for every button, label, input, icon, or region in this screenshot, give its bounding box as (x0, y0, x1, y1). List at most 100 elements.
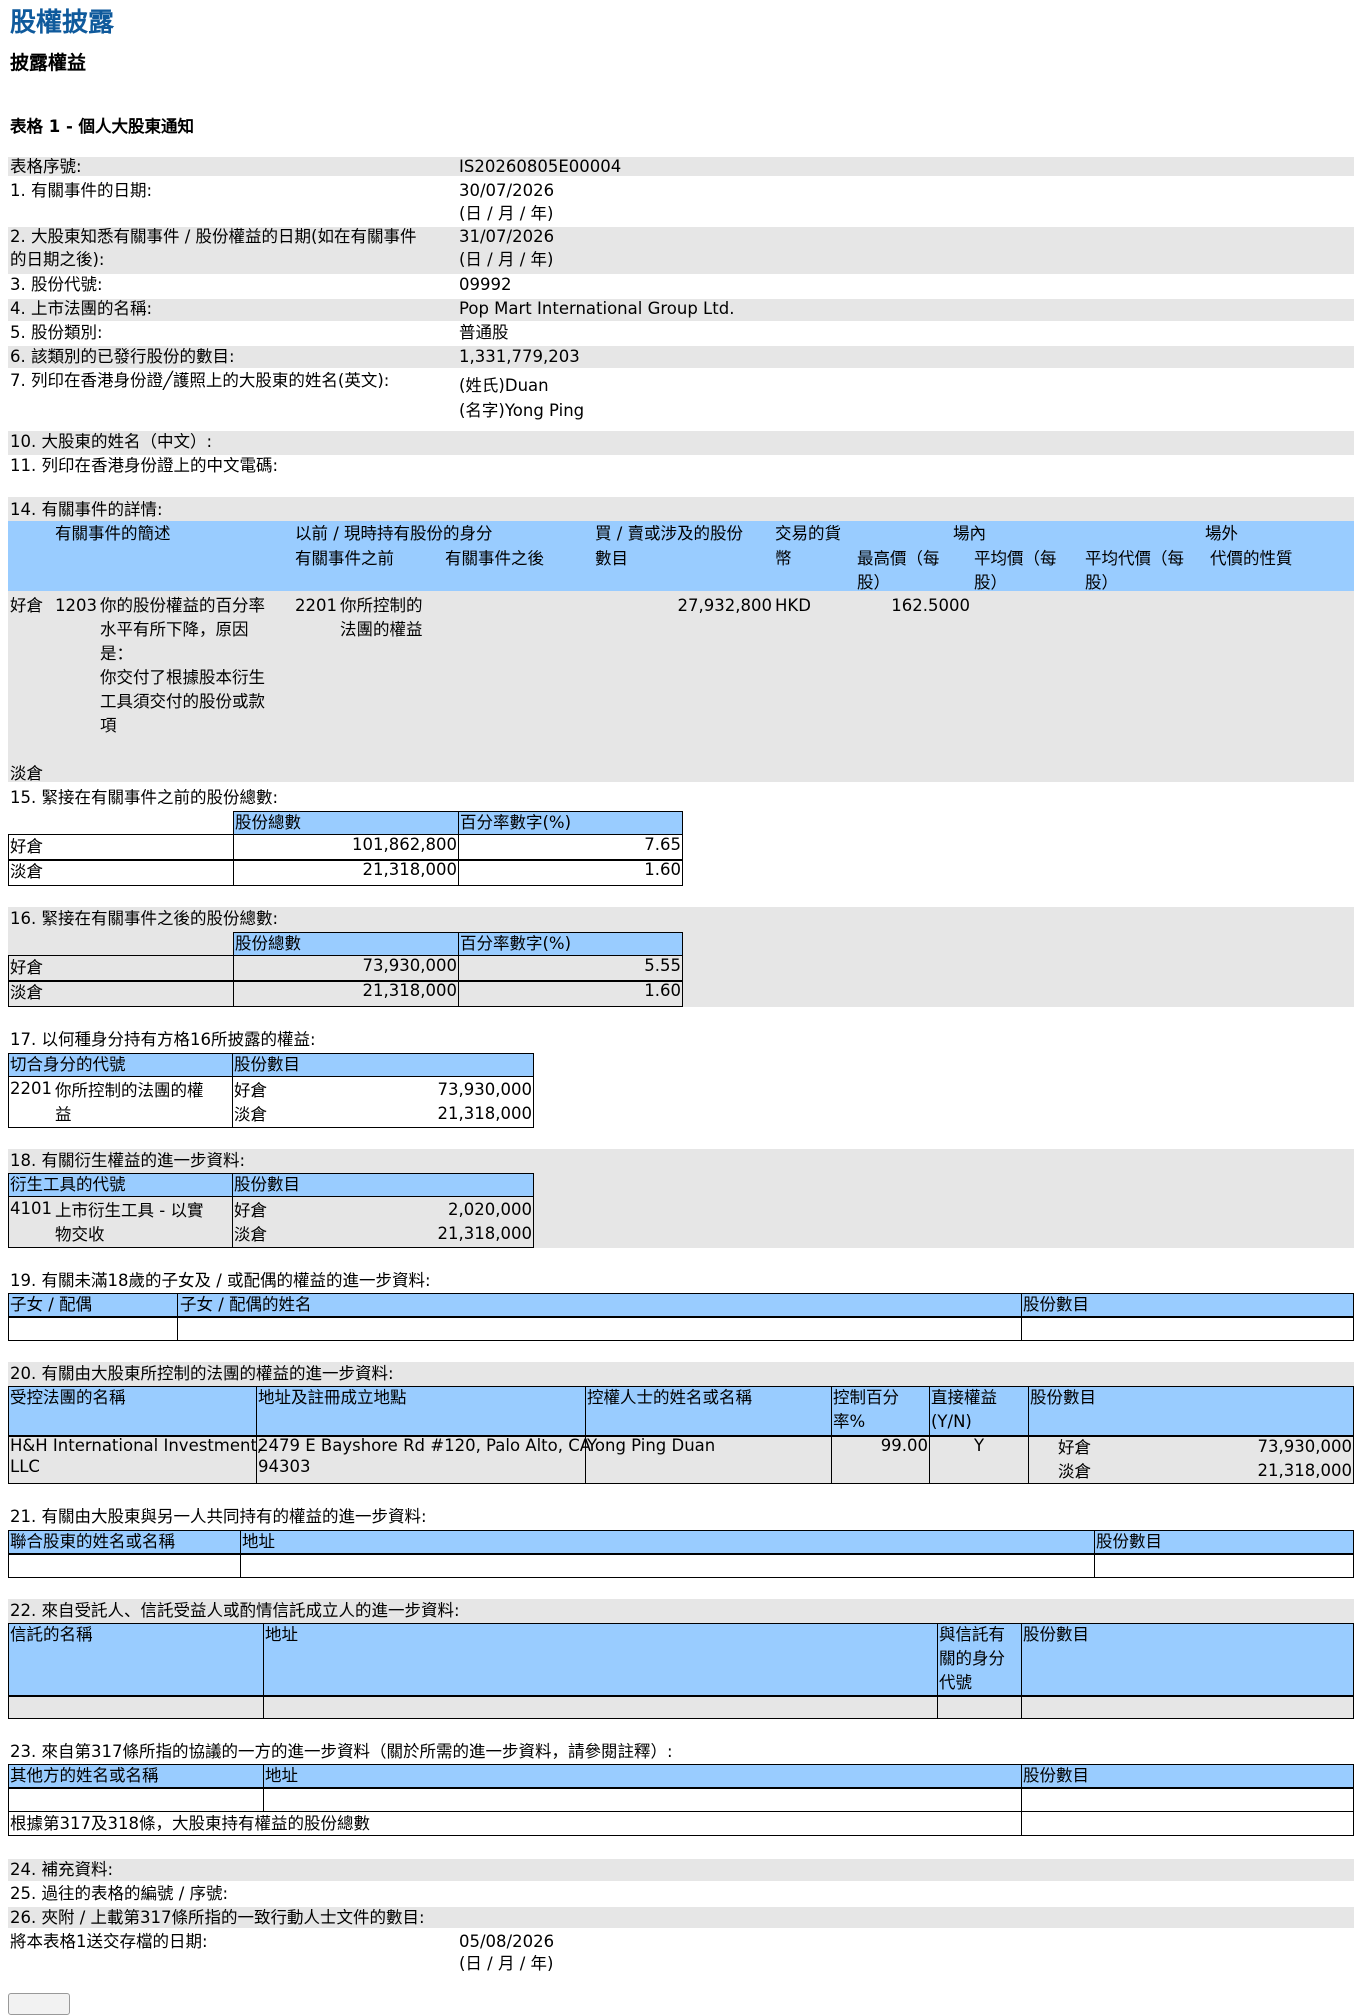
s14-desc-4: 你交付了根據股本衍生 (100, 668, 265, 687)
s23-title: 23. 來自第317條所指的協議的一方的進一步資料（關於所需的進一步資料，請參閱… (10, 1742, 673, 1761)
s16-long-pct: 5.55 (644, 956, 681, 975)
s17-title: 17. 以何種身分持有方格16所披露的權益: (10, 1030, 316, 1049)
date-format-hint: (日 / 月 / 年) (459, 250, 554, 269)
page-title: 股權披露 (10, 8, 115, 38)
company-name-label: 4. 上市法團的名稱: (10, 299, 153, 318)
holder-surname: (姓氏)Duan (459, 376, 549, 395)
s14-h-avg: 平均價（每 (974, 549, 1057, 568)
s14-h-currency-cont: 幣 (775, 549, 792, 568)
s15-h2: 百分率數字(%) (460, 813, 572, 832)
s15-divider (8, 859, 683, 861)
share-class-label: 5. 股份類別: (10, 323, 103, 342)
s14-capacity-code: 2201 (295, 596, 337, 615)
s14-h-currency: 交易的貨 (775, 524, 841, 543)
s22-h3-cont2: 代號 (939, 1673, 972, 1692)
s19-title: 19. 有關未滿18歲的子女及 / 或配偶的權益的進一步資料: (10, 1271, 431, 1290)
s14-h-nature: 代價的性質 (1210, 549, 1293, 568)
s14-h-after: 有關事件之後 (445, 549, 544, 568)
s18-desc: 上市衍生工具 - 以實 (55, 1201, 204, 1220)
s18-short: 淡倉 (234, 1225, 267, 1244)
s18-desc-cont: 物交收 (55, 1225, 105, 1244)
s14-h-shares-cont: 數目 (595, 549, 628, 568)
date-format-hint: (日 / 月 / 年) (459, 1954, 554, 1973)
s17-desc: 你所控制的法團的權 (55, 1081, 204, 1100)
s20-pct: 99.00 (880, 1436, 928, 1455)
s19-divider (8, 1316, 1354, 1318)
row-bg (8, 1859, 1354, 1881)
s17-code: 2201 (10, 1079, 52, 1098)
submit-date-value: 05/08/2026 (459, 1932, 555, 1951)
s20-h5-cont: (Y/N) (931, 1412, 972, 1431)
s15-short: 淡倉 (10, 862, 43, 881)
row-bg (8, 157, 1354, 176)
s22-title: 22. 來自受託人、信託受益人或酌情信託成立人的進一步資料: (10, 1601, 460, 1620)
aware-date-label-cont: 的日期之後): (10, 250, 105, 269)
form-title: 表格 1 - 個人大股東通知 (10, 117, 195, 136)
s26-label: 26. 夾附 / 上載第317條所指的一致行動人士文件的數目: (10, 1908, 425, 1927)
s14-h-capacity: 以前 / 現時持有股份的身分 (295, 524, 493, 543)
s22-h3: 與信託有 (939, 1625, 1005, 1644)
s14-high-price: 162.5000 (891, 596, 970, 615)
s17-h1: 切合身分的代號 (10, 1055, 126, 1074)
s14-capacity-1: 你所控制的 (340, 596, 423, 615)
s21-h3: 股份數目 (1096, 1532, 1162, 1551)
s25-label: 25. 過往的表格的編號 / 序號: (10, 1884, 229, 1903)
s20-address: 2479 E Bayshore Rd #120, Palo Alto, CA (258, 1436, 592, 1455)
s23-total-label: 根據第317及318條，大股東持有權益的股份總數 (10, 1814, 370, 1833)
s15-h1: 股份總數 (235, 813, 301, 832)
s20-h5: 直接權益 (931, 1388, 997, 1407)
s19-h1: 子女 / 配偶 (10, 1295, 93, 1314)
s14-short: 淡倉 (10, 764, 43, 783)
s20-h3: 控權人士的姓名或名稱 (587, 1388, 752, 1407)
s18-code: 4101 (10, 1199, 52, 1218)
s14-h-desc: 有關事件的簡述 (55, 524, 171, 543)
s14-code: 1203 (55, 596, 97, 615)
s15-long-shares: 101,862,800 (352, 835, 457, 854)
s14-h-shares: 買 / 賣或涉及的股份 (595, 524, 744, 543)
s22-h4: 股份數目 (1023, 1625, 1089, 1644)
s22-h3-cont: 關的身分 (939, 1649, 1005, 1668)
s14-h-high-cont: 股） (857, 573, 890, 592)
s22-h2: 地址 (265, 1625, 298, 1644)
s20-h6: 股份數目 (1030, 1388, 1096, 1407)
s20-h1: 受控法團的名稱 (10, 1388, 126, 1407)
s20-h2: 地址及註冊成立地點 (258, 1388, 407, 1407)
aware-date-label: 2. 大股東知悉有關事件 / 股份權益的日期(如在有關事件 (10, 227, 417, 246)
s14-desc-5: 工具須交付的股份或款 (100, 692, 265, 711)
s22-col2 (263, 1623, 938, 1719)
s20-entity-name-cont: LLC (10, 1457, 40, 1476)
s21-divider (8, 1553, 1354, 1555)
s14-h-on-exchange: 場內 (953, 524, 986, 543)
s16-long-shares: 73,930,000 (362, 956, 457, 975)
s15-title: 15. 緊接在有關事件之前的股份總數: (10, 788, 279, 807)
s17-short: 淡倉 (234, 1105, 267, 1124)
s20-title: 20. 有關由大股東所控制的法團的權益的進一步資料: (10, 1364, 394, 1383)
issued-shares-value: 1,331,779,203 (459, 347, 580, 366)
s19-h2: 子女 / 配偶的姓名 (180, 1295, 312, 1314)
chinese-code-label: 11. 列印在香港身份證上的中文電碼: (10, 456, 279, 475)
serial-value: IS20260805E00004 (459, 157, 622, 176)
company-name-value: Pop Mart International Group Ltd. (459, 299, 735, 318)
s17-desc-cont: 益 (55, 1105, 72, 1124)
stock-code-value: 09992 (459, 275, 512, 294)
s18-short-shares: 21,318,000 (437, 1224, 532, 1243)
holder-name-label: 7. 列印在香港身份證╱護照上的大股東的姓名(英文): (10, 371, 390, 390)
s14-h-before: 有關事件之前 (295, 549, 394, 568)
bottom-button[interactable] (8, 1993, 70, 2015)
s14-long: 好倉 (10, 596, 43, 615)
s16-h1: 股份總數 (235, 934, 301, 953)
s20-long-shares: 73,930,000 (1257, 1437, 1352, 1456)
s22-h1: 信託的名稱 (10, 1625, 93, 1644)
s21-h1: 聯合股東的姓名或名稱 (10, 1532, 175, 1551)
s20-controller: Yong Ping Duan (587, 1436, 716, 1455)
s20-short-shares: 21,318,000 (1257, 1461, 1352, 1480)
s23-divider (8, 1787, 1354, 1789)
s23-h3: 股份數目 (1023, 1766, 1089, 1785)
s16-short-pct: 1.60 (644, 981, 681, 1000)
s22-divider (8, 1695, 1354, 1697)
s20-address-cont: 94303 (258, 1457, 311, 1476)
s16-h2: 百分率數字(%) (460, 934, 572, 953)
s16-title: 16. 緊接在有關事件之後的股份總數: (10, 909, 279, 928)
s23-h2: 地址 (265, 1766, 298, 1785)
s18-h2: 股份數目 (234, 1175, 300, 1194)
